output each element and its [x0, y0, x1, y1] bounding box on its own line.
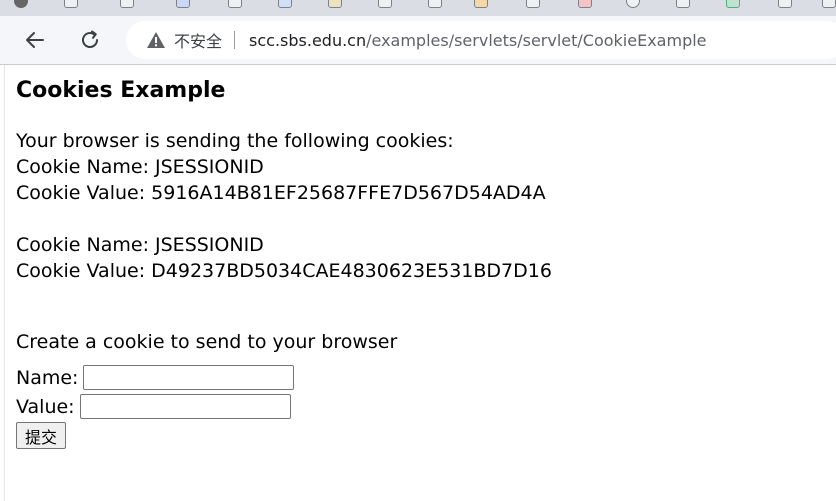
bookmark-favicon[interactable]	[428, 0, 442, 8]
page-viewport: Cookies Example Your browser is sending …	[4, 65, 836, 501]
cookie-form: Name: Value: 提交	[16, 363, 552, 450]
back-arrow-icon	[26, 32, 44, 48]
name-label: Name:	[16, 366, 79, 389]
value-label: Value:	[16, 395, 75, 418]
url-host: scc.sbs.edu.cn	[249, 30, 367, 50]
bookmark-favicon[interactable]	[328, 0, 342, 8]
bookmark-favicon[interactable]	[64, 0, 78, 8]
bookmark-favicon[interactable]	[176, 0, 190, 8]
cookie-value-line: Cookie Value: D49237BD5034CAE4830623E531…	[16, 260, 552, 282]
cookie-name-line: Cookie Name: JSESSIONID	[16, 234, 264, 256]
submit-button[interactable]: 提交	[16, 422, 67, 449]
url-text[interactable]: scc.sbs.edu.cn/examples/servlets/servlet…	[249, 31, 707, 50]
omnibox-divider	[234, 31, 236, 49]
reload-icon	[82, 30, 98, 48]
reload-button[interactable]	[75, 25, 105, 55]
cookie-value-line: Cookie Value: 5916A14B81EF25687FFE7D567D…	[16, 182, 546, 204]
cookie-value-input[interactable]	[79, 394, 291, 419]
bookmarks-bar	[0, 0, 836, 16]
page-content: Cookies Example Your browser is sending …	[16, 77, 552, 450]
value-row: Value:	[16, 392, 552, 421]
bookmark-favicon[interactable]	[726, 0, 740, 8]
bookmark-favicon[interactable]	[778, 0, 792, 8]
bookmark-favicon[interactable]	[14, 0, 28, 8]
back-button[interactable]	[20, 25, 50, 55]
bookmark-favicon[interactable]	[676, 0, 690, 8]
address-bar[interactable]: 不安全 scc.sbs.edu.cn/examples/servlets/ser…	[126, 21, 836, 59]
page-title: Cookies Example	[16, 78, 226, 103]
bookmark-favicon[interactable]	[228, 0, 242, 8]
cookie-name-line: Cookie Name: JSESSIONID	[16, 156, 264, 178]
bookmark-favicon[interactable]	[120, 0, 134, 8]
bookmark-favicon[interactable]	[578, 0, 592, 8]
bookmark-favicon[interactable]	[378, 0, 392, 8]
name-row: Name:	[16, 363, 552, 392]
bookmark-favicon[interactable]	[278, 0, 292, 8]
warning-triangle-icon[interactable]	[146, 31, 166, 49]
bookmark-favicon[interactable]	[526, 0, 540, 8]
bookmark-favicon[interactable]	[822, 0, 836, 8]
bookmark-favicon[interactable]	[626, 0, 640, 8]
security-label[interactable]: 不安全	[174, 28, 222, 52]
bookmark-favicon[interactable]	[474, 0, 488, 8]
cookies-intro: Your browser is sending the following co…	[16, 130, 454, 152]
cookie-name-input[interactable]	[83, 365, 295, 390]
browser-toolbar: 不安全 scc.sbs.edu.cn/examples/servlets/ser…	[0, 16, 836, 64]
url-path: /examples/servlets/servlet/CookieExample	[366, 30, 707, 50]
create-cookie-heading: Create a cookie to send to your browser	[16, 331, 398, 353]
